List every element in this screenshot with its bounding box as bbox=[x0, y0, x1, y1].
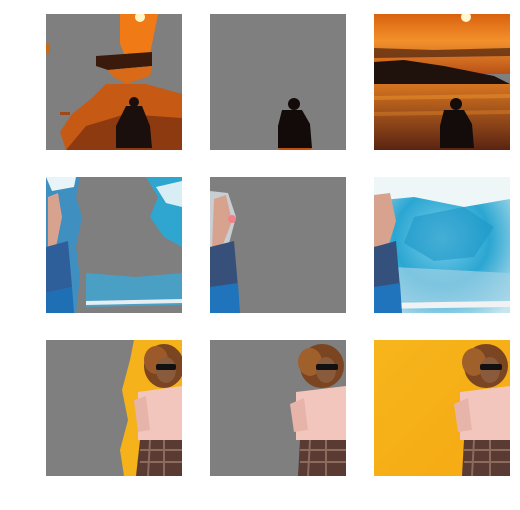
woman-full-image bbox=[374, 340, 510, 476]
sunset-person-image bbox=[210, 14, 346, 150]
sunset-masked-image bbox=[46, 14, 182, 150]
panel-smoke-full bbox=[374, 177, 510, 313]
panel-smoke-person-only bbox=[210, 177, 346, 313]
panel-woman-full bbox=[374, 340, 510, 476]
panel-sunset-masked-background bbox=[46, 14, 182, 150]
sunset-full-image bbox=[374, 14, 510, 150]
panel-sunset-full bbox=[374, 14, 510, 150]
panel-woman-person-only bbox=[210, 340, 346, 476]
smoke-person-image bbox=[210, 177, 346, 313]
panel-woman-masked bbox=[46, 340, 182, 476]
smoke-full-image bbox=[374, 177, 510, 313]
woman-masked-image bbox=[46, 340, 182, 476]
smoke-masked-image bbox=[46, 177, 182, 313]
panel-smoke-masked bbox=[46, 177, 182, 313]
panel-sunset-person-only bbox=[210, 14, 346, 150]
woman-person-image bbox=[210, 340, 346, 476]
